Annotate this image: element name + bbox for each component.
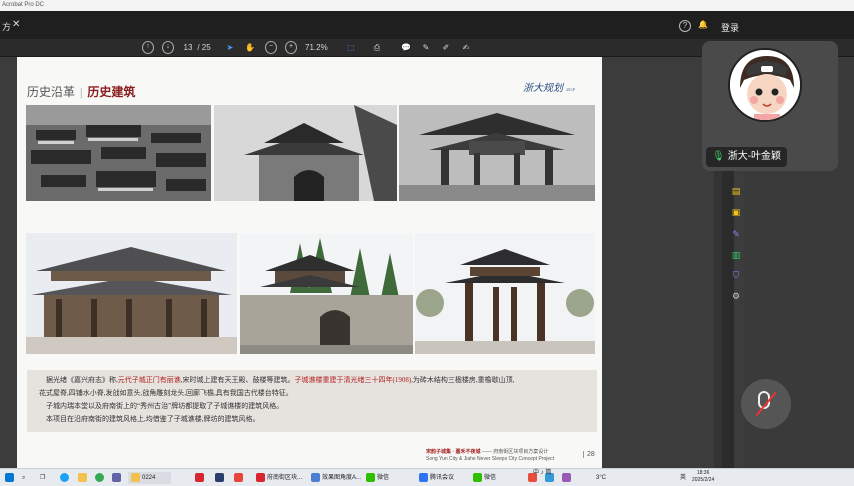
modern-hall-photo [26, 233, 237, 354]
taskbar-item-wechat-2[interactable]: 微信 [473, 472, 496, 484]
document-viewport[interactable]: 历史沿革 | 历史建筑 浙大规划 ZUP 据光绪《嘉兴府志》称,元代子城正门有丽… [0, 57, 714, 468]
mute-microphone-button[interactable] [741, 379, 791, 429]
text-p3: 子城内瑞本堂以及府南街上的“秀州古治”牌坊都提取了子城谯楼的建筑风格。 [46, 402, 284, 410]
modern-gate-tower-photo [240, 233, 413, 354]
meeting-video-card[interactable]: 🎙 浙大-叶金颖 [702, 41, 838, 171]
text-p1b-highlight: 元代子城正门有丽谯 [117, 376, 181, 384]
print-icon[interactable]: ⎙ [371, 41, 383, 54]
text-p1a: 据光绪《嘉兴府志》称, [46, 376, 118, 384]
text-p1c: ,宋时城上建有天王殿、鼓楼等建筑。 [180, 376, 295, 384]
edge-icon[interactable] [60, 472, 71, 484]
start-icon[interactable] [5, 472, 16, 484]
export-pdf-icon[interactable]: ▤ [728, 185, 744, 197]
text-p2: 花式屋脊,四铺水小脊,发戗如意头,戗角雕刻龙头,回廊飞檐,具有我国古代楼台特征。 [39, 389, 293, 397]
zoom-in-icon[interactable]: + [285, 41, 297, 54]
window-title: Acrobat Pro DC [0, 0, 854, 11]
participant-name: 浙大-叶金颖 [727, 151, 782, 162]
footer-title: 宋韵子城集 · 嘉禾不夜城 [426, 449, 481, 455]
document-tab[interactable]: 方 [2, 20, 11, 33]
print-production-icon[interactable]: ▥ [728, 249, 744, 261]
taskbar-item-wechat-2-label: 微信 [484, 475, 497, 481]
close-tab-icon[interactable]: ✕ [12, 19, 20, 30]
wps-icon[interactable] [234, 472, 245, 484]
taskbar-item-tencent-meeting[interactable]: 腾讯会议 [419, 472, 454, 484]
page-heading: 历史沿革 | 历史建筑 [27, 83, 135, 100]
search-icon[interactable]: ⌕ [22, 472, 25, 484]
participant-name-bar: 🎙 浙大-叶金颖 [706, 147, 788, 167]
page-total: / 25 [197, 43, 211, 52]
logo-text: 浙大规划 [523, 83, 563, 94]
chrome-icon[interactable] [95, 472, 106, 484]
menu-bar: 方 ✕ ? 🔔 登录 [0, 11, 854, 39]
logo-small-text: ZUP [566, 87, 576, 92]
text-p1e: ,为砖木结构三楹楼房,重檐歇山顶, [411, 376, 515, 384]
taskbar: ⌕ ❐ 0224 府南街区块... 效果图角度A... 微信 腾讯会议 微信 中… [0, 468, 854, 486]
taskbar-item-image-label: 效果图角度A... [322, 475, 362, 481]
historic-gate-tower-photo [214, 105, 397, 201]
page-number-input[interactable]: 13 [183, 41, 193, 54]
login-button[interactable]: 登录 [721, 21, 739, 34]
help-icon[interactable]: ? [679, 20, 691, 32]
taskbar-item-folder-label: 0224 [142, 475, 156, 481]
heading-architecture: 历史建筑 [87, 85, 136, 99]
footer-english: Song Yun City & Jiahe Never Sleeps City … [426, 456, 555, 462]
zju-planning-logo: 浙大规划 ZUP [523, 79, 575, 94]
explorer-icon[interactable] [78, 472, 89, 484]
clock-date: 2025/2/24 [692, 477, 715, 483]
modern-archway-photo [415, 233, 595, 354]
description-textbox: 据光绪《嘉兴府志》称,元代子城正门有丽谯,宋时城上建有天王殿、鼓楼等建筑。子城谯… [27, 370, 597, 432]
text-p4: 本项目在沿府南街的建筑风格上,均借鉴了子城谯楼,牌坊的建筑风格。 [46, 415, 260, 423]
screen: Acrobat Pro DC 方 ✕ ? 🔔 登录 ↑ ↓ 13 / 25 ➤ … [0, 0, 854, 486]
teams-icon[interactable] [112, 472, 123, 484]
microphone-icon: 🎙 [712, 151, 725, 162]
zoom-level[interactable]: 71.2% [305, 41, 328, 54]
taskbar-item-acrobat-doc-label: 府南街区块... [267, 475, 303, 481]
weather-text[interactable]: 3°C [596, 472, 606, 484]
hand-tool-icon[interactable]: ✋ [245, 41, 255, 54]
protect-icon[interactable]: ⛉ [728, 269, 744, 281]
tray-ime[interactable]: 中 ♪ 简 [533, 467, 551, 479]
page-number: 28 [583, 451, 595, 458]
comment-icon[interactable]: 💬 [400, 41, 412, 54]
next-page-icon[interactable]: ↓ [162, 41, 174, 54]
text-p1d-highlight: 子城谯楼重建于清光绪三十四年(1908) [294, 376, 412, 384]
highlight-icon[interactable]: ✐ [440, 41, 452, 54]
comment-tool-icon[interactable]: ▣ [728, 206, 744, 218]
more-tools-icon[interactable]: ⚙ [728, 290, 744, 302]
task-view-icon[interactable]: ❐ [40, 472, 45, 484]
participant-avatar [728, 48, 802, 122]
heading-separator: | [80, 85, 83, 99]
zoom-out-icon[interactable]: − [265, 41, 277, 54]
taskbar-item-tencent-meeting-label: 腾讯会议 [430, 475, 455, 481]
acrobat-icon[interactable] [195, 472, 206, 484]
select-tool-icon[interactable]: ➤ [225, 41, 235, 54]
footer-subtitle: —— 府南街区块项目方案设计 [481, 449, 549, 455]
prev-page-icon[interactable]: ↑ [142, 41, 154, 54]
fit-page-icon[interactable]: ⬚ [345, 41, 357, 54]
lang-indicator[interactable]: 英 [680, 472, 686, 484]
taskbar-item-image[interactable]: 效果图角度A... [311, 472, 361, 484]
edit-tool-icon[interactable]: ✎ [728, 228, 744, 240]
pen-icon[interactable]: ✎ [420, 41, 432, 54]
taskbar-item-wechat-label: 微信 [377, 475, 390, 481]
taskbar-item-acrobat-doc[interactable]: 府南街区块... [256, 472, 302, 484]
taskbar-item-wechat[interactable]: 微信 [366, 472, 389, 484]
sign-icon[interactable]: ✍ [460, 41, 472, 54]
bell-icon[interactable]: 🔔 [697, 20, 709, 32]
page-footer: 宋韵子城集 · 嘉禾不夜城 —— 府南街区块项目方案设计 Song Yun Ci… [426, 449, 554, 463]
clock-time: 18:36 [696, 470, 710, 476]
historic-aerial-photo [26, 105, 211, 201]
pdf-page: 历史沿革 | 历史建筑 浙大规划 ZUP 据光绪《嘉兴府志》称,元代子城正门有丽… [17, 57, 602, 468]
taskbar-clock[interactable]: 18:36 2025/2/24 [692, 470, 714, 484]
historic-archway-photo [399, 105, 595, 201]
taskbar-item-folder[interactable]: 0224 [128, 472, 172, 484]
heading-history: 历史沿革 [27, 85, 76, 99]
pinned-app-icon-3[interactable] [562, 472, 573, 484]
photoshop-icon[interactable] [215, 472, 226, 484]
